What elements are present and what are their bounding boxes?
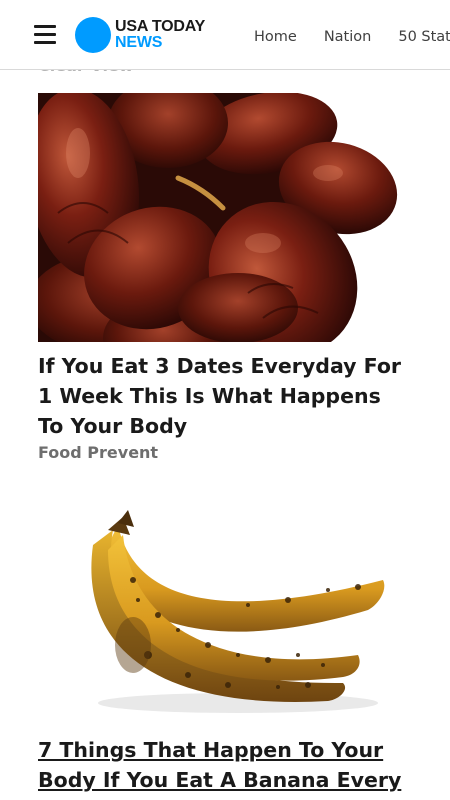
top-nav: Home Nation 50 States	[254, 26, 450, 50]
logo-circle-icon	[75, 17, 111, 53]
article-source: Food Prevent	[38, 443, 159, 462]
site-header: USA TODAY NEWS Home Nation 50 States	[0, 0, 450, 70]
bananas-photo[interactable]	[38, 505, 412, 725]
nav-50-states[interactable]: 50 States	[398, 29, 450, 45]
dates-illustration	[38, 93, 412, 342]
nav-home[interactable]: Home	[254, 29, 297, 45]
article-headline[interactable]: If You Eat 3 Dates Everyday For 1 Week T…	[38, 351, 412, 441]
article-headline[interactable]: 7 Things That Happen To Your Body If You…	[38, 735, 412, 795]
nav-nation[interactable]: Nation	[324, 29, 372, 45]
article-card-banana[interactable]: 7 Things That Happen To Your Body If You…	[38, 505, 412, 795]
logo-text-line2: NEWS	[115, 34, 163, 51]
article-card-dates[interactable]: If You Eat 3 Dates Everyday For 1 Week T…	[38, 93, 412, 462]
menu-icon[interactable]	[34, 24, 56, 44]
usa-today-logo[interactable]: USA TODAY NEWS	[75, 17, 215, 53]
bananas-illustration	[38, 505, 412, 725]
dates-photo[interactable]	[38, 93, 412, 342]
